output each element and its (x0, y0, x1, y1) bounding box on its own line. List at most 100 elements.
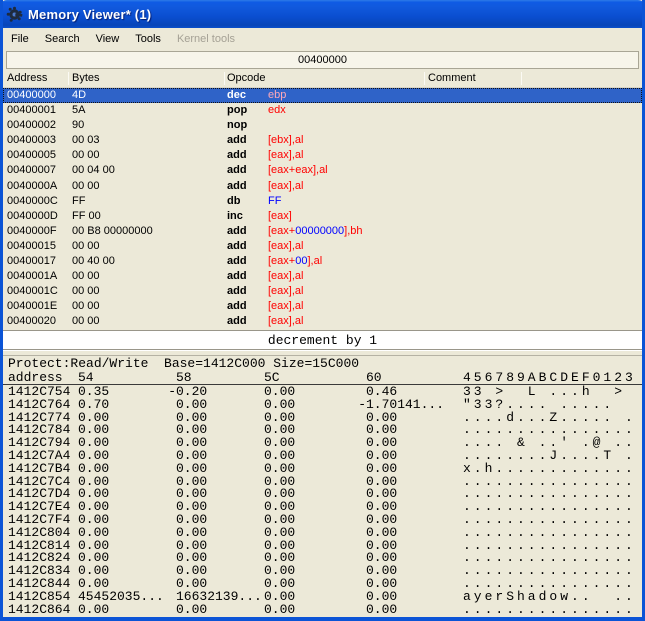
disasm-row[interactable]: 0040000A 00 00 add [eax],al (3, 179, 642, 194)
operand-part: 00 (295, 255, 308, 268)
hex-col-58: 58 (176, 370, 192, 385)
column-separator[interactable] (424, 72, 425, 85)
hex-col-5C: 5C (264, 370, 280, 385)
address-input[interactable]: 00400000 (6, 51, 639, 69)
instruction-operand: [eax],al (268, 299, 303, 314)
instruction-operand: [ebx],al (268, 133, 303, 148)
disasm-col-opcode[interactable]: Opcode (227, 72, 266, 84)
disasm-list: 00400000 4D dec ebp 00400001 5A pop edx 00400002… (3, 88, 642, 330)
instruction-address: 0040000A (7, 179, 58, 192)
operand-part: [eax],al (268, 149, 304, 162)
instruction-operand: [eax+00],al (268, 254, 322, 269)
instruction-address: 00400001 (7, 104, 56, 117)
instruction-address: 0040000D (7, 209, 58, 222)
column-separator[interactable] (224, 72, 225, 85)
instruction-bytes: 00 04 00 (72, 164, 115, 177)
column-separator[interactable] (521, 72, 522, 85)
comment-text: decrement by 1 (267, 332, 378, 348)
disasm-row[interactable]: 00400020 00 00 add [eax],al (3, 314, 642, 329)
instruction-opcode: dec (227, 89, 246, 101)
operand-part: [eax],al (268, 239, 304, 252)
address-value: 00400000 (298, 54, 347, 66)
menu-file[interactable]: File (3, 30, 37, 48)
instruction-address: 0040000F (7, 224, 57, 237)
memory-address: 1412C864 (8, 601, 71, 617)
instruction-address: 00400015 (7, 239, 56, 252)
instruction-address: 00400007 (7, 164, 56, 177)
instruction-bytes: 00 00 (72, 270, 100, 283)
instruction-opcode: inc (227, 209, 243, 222)
cheat-engine-icon (6, 6, 23, 23)
hex-rows: 1412C754 0.35 -0.20 0.00 0.46 33 > L ...h >14… (3, 385, 642, 617)
disasm-row[interactable]: 0040000D FF 00 inc [eax] (3, 209, 642, 224)
operand-part: FF (268, 194, 282, 207)
hex-col-54: 54 (78, 370, 94, 385)
menu-tools[interactable]: Tools (127, 30, 169, 48)
hex-col-ascii: 456789ABCDEF0123 (463, 370, 636, 385)
instruction-opcode: pop (227, 104, 248, 117)
instruction-opcode: add (227, 224, 247, 237)
menu-search[interactable]: Search (37, 30, 88, 48)
disasm-row[interactable]: 00400001 5A pop edx (3, 103, 642, 118)
operand-part: [ebx],al (268, 134, 304, 147)
instruction-bytes: 00 00 (72, 300, 100, 313)
instruction-opcode: db (227, 194, 241, 207)
operand-part: [eax+eax],al (268, 164, 328, 177)
disasm-row[interactable]: 00400000 4D dec ebp (3, 88, 642, 104)
instruction-operand: [eax],al (268, 239, 303, 254)
instruction-operand: ebp (268, 88, 286, 103)
instruction-bytes: 00 00 (72, 315, 100, 328)
memory-value: 0.00 (366, 601, 398, 617)
operand-part: ],al (307, 255, 323, 268)
disasm-row[interactable]: 00400005 00 00 add [eax],al (3, 148, 642, 163)
instruction-address: 00400005 (7, 149, 56, 162)
disasm-row[interactable]: 0040000F 00 B8 00000000 add [eax+00000000],… (3, 224, 642, 239)
disasm-col-comment[interactable]: Comment (428, 72, 476, 84)
disasm-row[interactable]: 0040001E 00 00 add [eax],al (3, 299, 642, 314)
hex-col-60: 60 (366, 370, 382, 385)
instruction-bytes: 5A (72, 104, 86, 117)
instruction-address: 00400003 (7, 134, 56, 147)
menu-view[interactable]: View (88, 30, 128, 48)
disasm-header: Address Bytes Opcode Comment (3, 70, 642, 88)
memory-value: 0.00 (264, 601, 296, 617)
address-bar: 00400000 (3, 50, 642, 70)
disasm-row[interactable]: 0040001C 00 00 add [eax],al (3, 284, 642, 299)
title-bar[interactable]: Memory Viewer* (1) (3, 0, 642, 28)
window-title: Memory Viewer* (1) (28, 6, 152, 22)
operand-part: [eax],al (268, 315, 304, 328)
menu-kernel-tools: Kernel tools (176, 33, 236, 45)
hex-view: Protect:Read/Write Base=1412C000 Size=15… (3, 356, 642, 617)
menu-bar: File Search View Tools Kernel tools (3, 28, 642, 50)
memory-row[interactable]: 1412C864 0.00 0.00 0.00 0.00................ (3, 601, 642, 617)
disasm-row[interactable]: 0040001A 00 00 add [eax],al (3, 269, 642, 284)
operand-part: ebp (268, 89, 287, 101)
hex-col-address: address (8, 370, 63, 385)
disasm-row[interactable]: 00400003 00 03 add [ebx],al (3, 133, 642, 148)
disasm-row[interactable]: 00400017 00 40 00 add [eax+00],al (3, 254, 642, 269)
instruction-opcode: add (227, 270, 247, 283)
disasm-row[interactable]: 0040000C FF db FF (3, 194, 642, 209)
operand-part: [eax] (268, 209, 292, 222)
instruction-opcode: add (227, 149, 247, 162)
instruction-address: 0040001C (7, 285, 58, 298)
disasm-row[interactable]: 00400007 00 04 00 add [eax+eax],al (3, 163, 642, 178)
instruction-bytes: 00 40 00 (72, 255, 115, 268)
memory-ascii: ................ (463, 601, 636, 617)
column-separator[interactable] (68, 72, 69, 85)
disasm-col-address[interactable]: Address (7, 72, 47, 84)
instruction-bytes: 4D (72, 89, 87, 101)
disasm-row[interactable]: 00400002 90 nop (3, 118, 642, 133)
disasm-col-bytes[interactable]: Bytes (72, 72, 100, 84)
instruction-operand: [eax],al (268, 148, 303, 163)
operand-part: [eax],al (268, 270, 304, 283)
instruction-operand: [eax],al (268, 269, 303, 284)
memory-value: 0.00 (78, 601, 110, 617)
comment-bar[interactable]: decrement by 1 (3, 330, 642, 350)
disasm-row[interactable]: 00400015 00 00 add [eax],al (3, 239, 642, 254)
instruction-operand: [eax],al (268, 314, 303, 329)
instruction-bytes: 90 (72, 119, 85, 132)
instruction-bytes: 00 00 (72, 239, 100, 252)
instruction-operand: FF (268, 194, 281, 209)
instruction-operand: [eax+00000000],bh (268, 224, 363, 239)
